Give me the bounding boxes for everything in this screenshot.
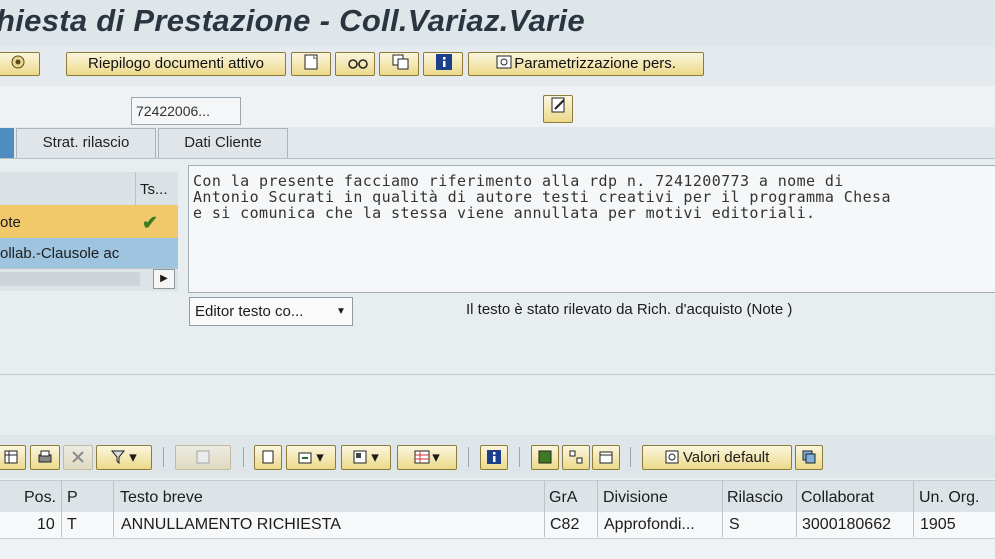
default-values-button[interactable]: Valori default [642, 445, 792, 470]
calendar-button[interactable] [592, 445, 620, 470]
text-status-column-header: Ts... [140, 181, 168, 198]
save-layout-button[interactable] [0, 445, 26, 470]
table-icon [4, 448, 18, 464]
new-document-icon [304, 54, 318, 70]
text-source-status: Il testo è stato rilevato da Rich. d'acq… [466, 301, 793, 318]
cell-gra[interactable]: C82 [550, 516, 579, 534]
glasses-button[interactable] [335, 52, 375, 76]
refresh-button[interactable] [531, 445, 559, 470]
column-header-release[interactable]: Rilascio [727, 489, 783, 507]
info-icon [436, 54, 452, 70]
summary-documents-button[interactable]: Riepilogo documenti attivo [66, 52, 286, 76]
tab-customer-data[interactable]: Dati Cliente [158, 128, 288, 158]
column-header-short-text[interactable]: Testo breve [120, 489, 203, 507]
column-divider [796, 481, 797, 537]
sort-icon [196, 448, 210, 464]
new-document-button[interactable] [291, 52, 331, 76]
separator-area [0, 374, 995, 435]
cell-short-text[interactable]: ANNULLAMENTO RICHIESTA [121, 516, 341, 534]
settings-icon [496, 54, 512, 69]
column-header-pos[interactable]: Pos. [24, 489, 56, 507]
column-divider [913, 481, 914, 537]
column-divider [61, 481, 62, 537]
column-header-p[interactable]: P [67, 489, 78, 507]
display-button[interactable] [0, 52, 40, 76]
hierarchy-icon [569, 448, 583, 464]
cell-org-unit[interactable]: 1905 [920, 516, 956, 534]
delete-icon [71, 448, 85, 463]
tab-release-strategy[interactable]: Strat. rilascio [16, 128, 156, 158]
editor-mode-select[interactable]: Editor testo co... [189, 297, 353, 326]
layout-icon [353, 448, 367, 464]
column-divider [113, 481, 114, 537]
sort-button[interactable] [175, 445, 231, 470]
refresh-icon [538, 448, 552, 464]
printer-icon [38, 448, 52, 463]
window-title: hiesta di Prestazione - Coll.Variaz.Vari… [0, 3, 585, 38]
text-type-label: ote [0, 214, 21, 231]
details-button[interactable] [254, 445, 282, 470]
toolbar-separator [519, 447, 520, 467]
print-button[interactable] [30, 445, 60, 470]
stack-icon [802, 448, 816, 464]
cell-p: T [67, 516, 77, 533]
column-header-collaborator[interactable]: Collaborat [801, 489, 874, 507]
copy-icon [392, 54, 409, 70]
edit-document-icon [551, 97, 565, 113]
column-header-division[interactable]: Divisione [603, 489, 668, 507]
column-header-gra[interactable]: GrA [549, 489, 577, 507]
edit-document-button[interactable] [543, 95, 573, 123]
toolbar-separator [243, 447, 244, 467]
display-icon [10, 54, 25, 69]
table-empty-row [0, 539, 995, 559]
glasses-icon [348, 55, 368, 69]
editor-line: e si comunica che la stessa viene annull… [193, 204, 816, 222]
views-button[interactable]: ▾ [341, 445, 391, 470]
calendar-icon [599, 448, 613, 464]
scroll-right-arrow-icon[interactable]: ▶ [153, 269, 175, 289]
document-number-field[interactable]: 72422006... [131, 97, 241, 125]
item-info-button[interactable] [480, 445, 508, 470]
columns-button[interactable]: ▾ [397, 445, 457, 470]
default-values-label: Valori default [682, 449, 770, 466]
column-divider [544, 481, 545, 537]
chevron-down-icon[interactable]: ▼ [336, 306, 346, 317]
personalize-label: Parametrizzazione pers. [514, 55, 676, 72]
delete-button[interactable] [63, 445, 93, 470]
column-divider [722, 481, 723, 537]
export-icon [298, 448, 312, 464]
filter-icon [111, 448, 126, 465]
cell-division[interactable]: Approfondi... [604, 516, 695, 534]
hierarchy-button[interactable] [562, 445, 590, 470]
checkmark-icon: ✔ [142, 213, 158, 234]
toolbar-separator [468, 447, 469, 467]
filter-button[interactable]: ▾ [96, 445, 152, 470]
info-icon [487, 448, 501, 464]
cell-collaborator[interactable]: 3000180662 [802, 516, 891, 534]
settings-icon [665, 448, 679, 464]
column-divider [597, 481, 598, 537]
column-header-org-unit[interactable]: Un. Org. [919, 489, 979, 507]
toolbar-separator [163, 447, 164, 467]
export-button[interactable]: ▾ [286, 445, 336, 470]
cell-release[interactable]: S [729, 516, 740, 534]
cell-pos: 10 [37, 516, 55, 533]
scrollbar-track[interactable] [0, 272, 140, 286]
personalize-button[interactable]: Parametrizzazione pers. [468, 52, 704, 76]
templates-button[interactable] [795, 445, 823, 470]
info-button[interactable] [423, 52, 463, 76]
text-type-label: ollab.-Clausole ac [0, 245, 120, 262]
document-icon [261, 448, 275, 464]
tab-active-edge[interactable] [0, 128, 14, 158]
grid-icon [414, 448, 430, 464]
copy-button[interactable] [379, 52, 419, 76]
toolbar-separator [630, 447, 631, 467]
column-divider [135, 172, 136, 205]
